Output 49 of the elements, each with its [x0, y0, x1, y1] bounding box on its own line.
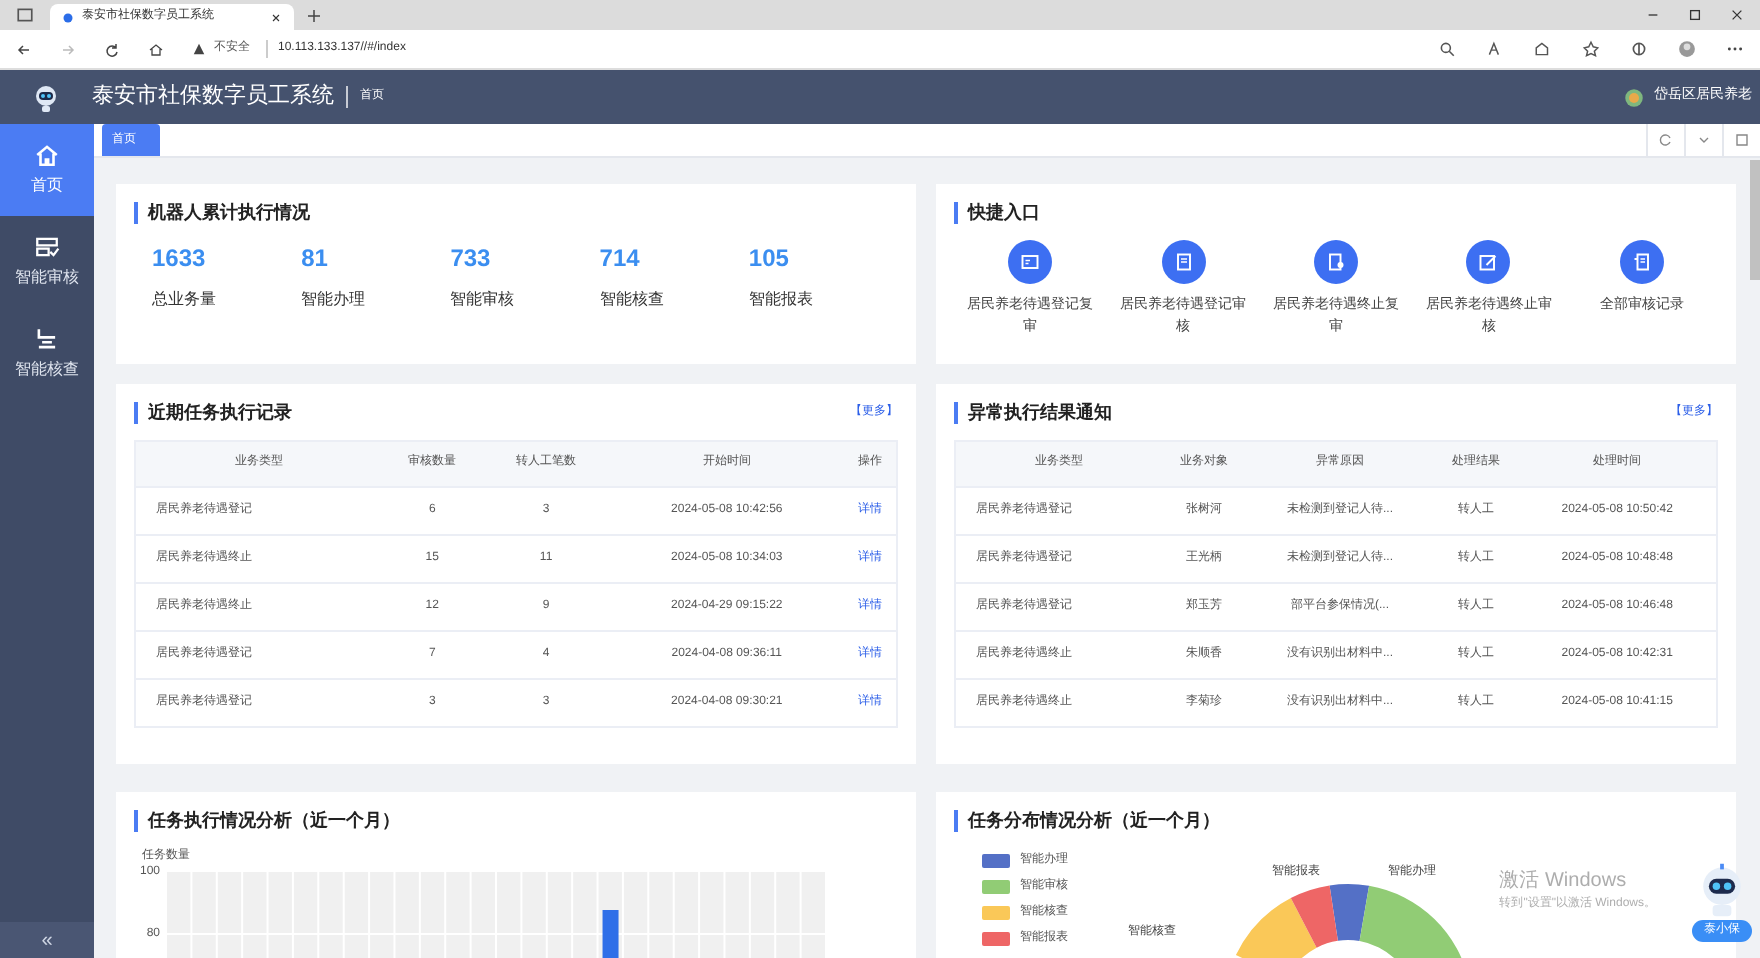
card-title: 任务分布情况分析（近一个月） [968, 808, 1220, 834]
back-icon[interactable] [16, 41, 32, 57]
favorites-icon[interactable] [1582, 40, 1600, 58]
robot-logo-icon [30, 81, 62, 113]
new-tab-icon[interactable] [306, 8, 322, 24]
stat-label: 智能办理 [301, 287, 368, 311]
sidebar-item[interactable]: 首页 [0, 124, 94, 216]
card-title: 快捷入口 [968, 200, 1040, 226]
document-icon [1323, 249, 1348, 273]
profile-icon[interactable] [1678, 40, 1696, 58]
home-icon [34, 142, 60, 168]
stat-value: 733 [450, 241, 493, 275]
collapse-button[interactable]: « [0, 922, 94, 958]
tab-actions-icon[interactable] [16, 6, 34, 24]
card-title: 机器人累计执行情况 [148, 200, 310, 226]
close-icon[interactable] [270, 11, 282, 23]
collections-icon[interactable] [1630, 40, 1648, 58]
app-title: 泰安市社保数字员工系统 [92, 81, 334, 113]
minimize-icon[interactable] [1646, 8, 1660, 22]
stat-value: 1633 [152, 241, 208, 275]
document-icon [1629, 249, 1654, 273]
document-icon [1018, 249, 1043, 273]
chevron-down-icon[interactable] [1696, 132, 1712, 148]
search-icon[interactable] [1438, 40, 1456, 58]
sidebar-item[interactable]: 智能审核 [0, 216, 94, 308]
warning-icon [192, 42, 206, 56]
stat-label: 智能审核 [450, 287, 517, 311]
avatar-icon [1624, 87, 1644, 107]
card-title: 异常执行结果通知 [968, 400, 1112, 426]
card-title: 近期任务执行记录 [148, 400, 292, 426]
stat-label: 智能核查 [599, 287, 666, 311]
close-icon[interactable] [1730, 8, 1744, 22]
document-icon [1171, 249, 1196, 273]
restore-icon[interactable] [1688, 8, 1702, 22]
document-icon [1476, 249, 1501, 273]
stat-label: 智能报表 [748, 287, 815, 311]
refresh-icon[interactable] [104, 41, 120, 57]
stat-label: 总业务量 [152, 287, 218, 311]
stat-value: 714 [599, 241, 642, 275]
stat-value: 81 [301, 241, 330, 275]
inspection-icon [34, 326, 60, 352]
home-icon[interactable] [148, 41, 164, 57]
activation-title: 激活 Windows [1499, 868, 1629, 896]
stat-value: 105 [748, 241, 791, 275]
checklist-icon [34, 234, 60, 260]
site-icon [62, 11, 74, 23]
card-title: 任务执行情况分析（近一个月） [148, 808, 400, 834]
sidebar-item[interactable]: 智能核查 [0, 308, 94, 400]
read-aloud-icon[interactable] [1486, 40, 1504, 58]
